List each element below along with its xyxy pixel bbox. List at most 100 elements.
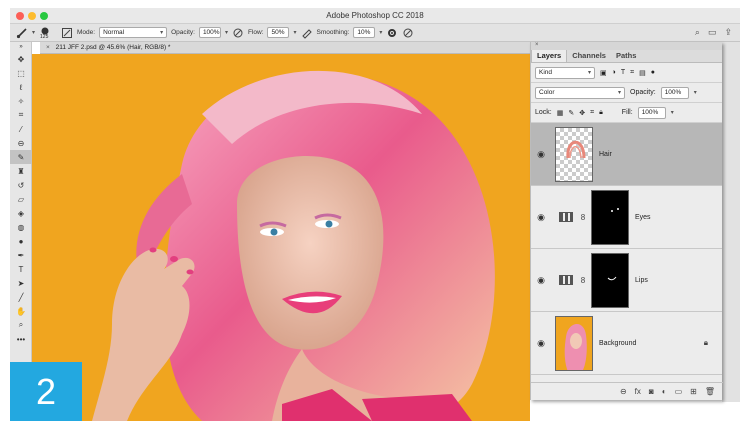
share-icon[interactable]: ⇪	[724, 27, 732, 38]
filter-kind-select[interactable]: Kind ▾	[535, 66, 595, 79]
filter-smart-object-icon[interactable]: ▤	[639, 69, 646, 77]
search-icon[interactable]: ⌕	[695, 27, 700, 38]
lock-artboard-icon[interactable]: ⌗	[590, 109, 594, 117]
document-tab[interactable]: × 211 JFF 2.psd @ 45.6% (Hair, RGB/8) *	[40, 42, 530, 54]
layer-row-hair[interactable]: ◉ Hair	[531, 123, 722, 186]
new-adjustment-layer-icon[interactable]: ◐	[662, 387, 667, 396]
link-icon[interactable]: 8	[579, 213, 587, 222]
document-tab-label: 211 JFF 2.psd @ 45.6% (Hair, RGB/8) *	[55, 44, 171, 51]
eye-icon[interactable]: ◉	[531, 338, 551, 349]
mode-label: Mode:	[77, 29, 96, 36]
path-selection-tool-icon[interactable]: ➤	[10, 276, 32, 290]
fill-field[interactable]: 100%	[637, 106, 666, 119]
smoothing-dropdown-icon[interactable]: ▾	[379, 29, 382, 36]
airbrush-icon[interactable]	[301, 27, 313, 39]
type-tool-icon[interactable]: T	[10, 262, 32, 276]
layer-name: Background	[599, 339, 637, 347]
lock-position-icon[interactable]: ✥	[579, 109, 585, 117]
tab-paths[interactable]: Paths	[611, 50, 641, 62]
blend-opacity-row: Color ▾ Opacity: 100% ▾	[531, 83, 722, 103]
move-tool-icon[interactable]: ✥	[10, 52, 32, 66]
chevron-down-icon[interactable]: ▾	[32, 29, 35, 36]
photo	[92, 70, 495, 421]
pen-tool-icon[interactable]: ✒	[10, 248, 32, 262]
layer-row-eyes[interactable]: ◉ 8 Eyes	[531, 186, 722, 249]
filter-type-icon[interactable]: T	[621, 69, 625, 76]
fill-dropdown-icon[interactable]: ▾	[671, 109, 674, 116]
tab-channels[interactable]: Channels	[567, 50, 611, 62]
options-bar-right: ⌕ ▭ ⇪	[695, 27, 732, 38]
layer-mask-thumbnail[interactable]	[591, 252, 629, 308]
lasso-tool-icon[interactable]: ℓ	[10, 80, 32, 94]
brush-tool-preset-icon[interactable]	[16, 27, 28, 39]
opacity-field[interactable]: 100%	[198, 27, 221, 38]
filter-pixel-icon[interactable]: ▣	[600, 69, 607, 77]
filter-kind-value: Kind	[539, 69, 553, 76]
blend-mode-select[interactable]: Color ▾	[535, 86, 625, 99]
lock-all-icon[interactable]: 🔒︎	[599, 109, 603, 117]
layer-style-icon[interactable]: fx	[635, 387, 641, 396]
magic-wand-tool-icon[interactable]: ✧	[10, 94, 32, 108]
close-icon[interactable]: ×	[535, 42, 539, 48]
more-tools-icon[interactable]: •••	[10, 332, 32, 346]
paint-bucket-tool-icon[interactable]: ◈	[10, 206, 32, 220]
lock-image-icon[interactable]: ✎	[568, 109, 574, 117]
line-tool-icon[interactable]: ╱	[10, 290, 32, 304]
mode-select[interactable]: Normal ▾	[99, 27, 168, 38]
eyedropper-tool-icon[interactable]: ⁄	[10, 122, 32, 136]
brush-tool-icon[interactable]: ✎	[10, 150, 32, 164]
lock-icon[interactable]: 🔒︎	[704, 338, 708, 348]
new-layer-icon[interactable]: ⊞	[690, 387, 697, 396]
opacity-dropdown-icon[interactable]: ▾	[225, 29, 228, 36]
filter-toggle-icon[interactable]: ●	[651, 69, 655, 76]
pressure-size-icon[interactable]	[402, 27, 414, 39]
brush-size-value: 125	[40, 33, 49, 40]
blur-tool-icon[interactable]: ◍	[10, 220, 32, 234]
eye-icon[interactable]: ◉	[531, 275, 551, 286]
panel-tabs: Layers Channels Paths	[531, 49, 722, 63]
close-icon[interactable]: ×	[46, 44, 50, 51]
dodge-tool-icon[interactable]: ●	[10, 234, 32, 248]
trash-icon[interactable]: 🗑︎	[705, 387, 715, 396]
filter-shape-icon[interactable]: ⌗	[630, 69, 634, 77]
flow-dropdown-icon[interactable]: ▾	[293, 29, 296, 36]
hand-tool-icon[interactable]: ✋	[10, 304, 32, 318]
new-group-icon[interactable]: ▭	[675, 387, 683, 396]
marquee-tool-icon[interactable]: ⬚	[10, 66, 32, 80]
opacity-dropdown-icon[interactable]: ▾	[694, 89, 697, 96]
crop-tool-icon[interactable]: ⌗	[10, 108, 32, 122]
pressure-opacity-icon[interactable]	[232, 27, 244, 39]
layer-thumbnail	[555, 126, 593, 182]
add-mask-icon[interactable]: ◙	[649, 387, 654, 396]
options-bar: ▾ 125 Mode: Normal ▾ Opacity: 100% ▾ Flow…	[10, 24, 740, 42]
adjustment-layer-icon	[559, 212, 573, 222]
history-brush-tool-icon[interactable]: ↺	[10, 178, 32, 192]
tab-layers[interactable]: Layers	[531, 49, 568, 62]
collapse-icon[interactable]: »	[10, 42, 32, 52]
link-icon[interactable]: 8	[579, 276, 587, 285]
layers-panel: × Layers Channels Paths Kind ▾ ▣ ◑ T ⌗ ▤ …	[530, 42, 723, 400]
smoothing-field[interactable]: 10%	[353, 27, 376, 38]
eye-icon[interactable]: ◉	[531, 149, 551, 160]
panel-dock	[722, 42, 740, 402]
layer-row-lips[interactable]: ◉ 8 Lips	[531, 249, 722, 312]
filter-adjustment-icon[interactable]: ◑	[612, 69, 616, 76]
eye-icon[interactable]: ◉	[531, 212, 551, 223]
clone-stamp-tool-icon[interactable]: ♜	[10, 164, 32, 178]
flow-field[interactable]: 50%	[267, 27, 290, 38]
layer-mask-thumbnail[interactable]	[591, 189, 629, 245]
document-canvas[interactable]	[32, 54, 530, 421]
brush-settings-icon[interactable]	[61, 27, 73, 39]
layer-name: Hair	[599, 150, 612, 158]
layer-row-background[interactable]: ◉ Background 🔒︎	[531, 312, 722, 375]
gear-icon[interactable]	[386, 27, 398, 39]
workspace-icon[interactable]: ▭	[708, 27, 717, 38]
brush-size-picker[interactable]: 125	[39, 27, 57, 40]
zoom-tool-icon[interactable]: ⌕	[10, 318, 32, 332]
lock-transparency-icon[interactable]: ▦	[557, 109, 564, 117]
eraser-tool-icon[interactable]: ▱	[10, 192, 32, 206]
blend-mode-value: Color	[539, 89, 555, 96]
layer-opacity-field[interactable]: 100%	[660, 86, 689, 99]
healing-brush-tool-icon[interactable]: ⊖	[10, 136, 32, 150]
link-layers-icon[interactable]: ⊖	[620, 387, 627, 396]
